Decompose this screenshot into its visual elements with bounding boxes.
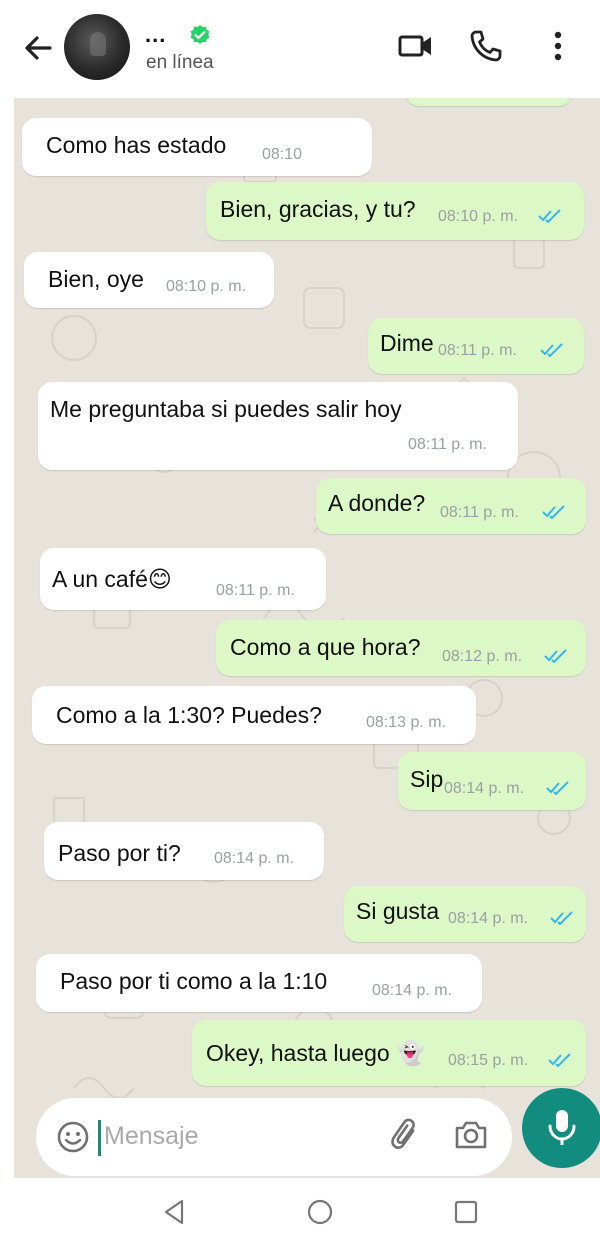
message-bubble-outgoing[interactable]: Bien, gracias, y tu? 08:10 p. m. <box>206 182 584 240</box>
message-text: A un café😊 <box>52 566 172 592</box>
message-bubble-outgoing[interactable]: Dime 08:11 p. m. <box>368 318 584 374</box>
message-bubble-incoming[interactable]: Como has estado 08:10 <box>22 118 372 176</box>
more-options-icon[interactable] <box>538 26 578 66</box>
message-text: Dime <box>380 330 434 356</box>
message-time: 08:13 p. m. <box>366 714 447 731</box>
double-check-icon <box>538 209 561 223</box>
message-text: Sip <box>410 766 444 792</box>
system-navigation-bar <box>0 1180 600 1240</box>
message-time: 08:11 p. m. <box>216 582 295 599</box>
contact-avatar[interactable] <box>64 14 130 80</box>
message-composer[interactable]: Mensaje <box>36 1098 512 1176</box>
message-bubble-incoming[interactable]: Me preguntaba si puedes salir hoy 08:11 … <box>38 382 518 470</box>
message-bubble-outgoing[interactable]: A donde? 08:11 p. m. <box>316 478 586 534</box>
chat-header: ... en línea <box>0 0 600 98</box>
message-text: Paso por ti como a la 1:10 <box>60 968 328 994</box>
message-bubble-outgoing[interactable]: Okey, hasta luego 👻 08:15 p. m. <box>192 1020 586 1086</box>
attach-icon[interactable] <box>388 1118 424 1154</box>
verified-badge-icon <box>190 25 210 44</box>
message-time: 08:10 <box>262 146 303 163</box>
double-check-icon <box>544 649 567 663</box>
mic-icon <box>548 1110 576 1145</box>
message-input[interactable]: Mensaje <box>104 1122 199 1151</box>
message-text: Como a que hora? <box>230 634 421 660</box>
double-check-icon <box>550 911 573 925</box>
double-check-icon <box>542 505 565 519</box>
message-time: 08:12 p. m. <box>442 648 523 665</box>
message-text: Bien, gracias, y tu? <box>220 196 416 222</box>
text-caret <box>98 1120 101 1156</box>
emoji-icon[interactable] <box>56 1120 90 1154</box>
message-bubble-incoming[interactable]: Paso por ti? 08:14 p. m. <box>44 822 324 880</box>
message-time: 08:15 p. m. <box>448 1052 529 1069</box>
message-time: 08:11 p. m. <box>408 436 487 453</box>
message-time: 08:14 p. m. <box>448 910 529 927</box>
message-text: Como a la 1:30? Puedes? <box>56 702 322 728</box>
message-bubble-incoming[interactable]: Paso por ti como a la 1:10 08:14 p. m. <box>36 954 482 1012</box>
message-time: 08:11 p. m. <box>438 342 517 359</box>
message-text: Como has estado <box>46 132 227 158</box>
message-bubble-incoming[interactable]: Como a la 1:30? Puedes? 08:13 p. m. <box>32 686 476 744</box>
message-bubble-incoming[interactable]: A un café😊 08:11 p. m. <box>40 548 326 610</box>
message-text: Bien, oye <box>48 266 144 292</box>
phone-call-icon[interactable] <box>466 26 506 66</box>
message-text: Paso por ti? <box>58 840 181 866</box>
video-call-icon[interactable] <box>396 26 436 66</box>
message-time: 08:11 p. m. <box>440 504 519 521</box>
camera-icon[interactable] <box>452 1116 490 1154</box>
nav-home-icon[interactable] <box>304 1196 336 1228</box>
message-time: 08:10 p. m. <box>166 278 247 295</box>
message-text: Okey, hasta luego 👻 <box>206 1040 425 1066</box>
message-text: A donde? <box>328 490 426 516</box>
message-time: 08:14 p. m. <box>444 780 525 797</box>
message-time: 08:14 p. m. <box>372 982 453 999</box>
nav-recents-icon[interactable] <box>450 1196 482 1228</box>
chat-area[interactable]: Como has estado 08:10 Bien, gracias, y t… <box>14 98 600 1178</box>
double-check-icon <box>548 1053 571 1067</box>
back-arrow-icon[interactable] <box>20 30 56 66</box>
message-bubble-outgoing[interactable]: Si gusta 08:14 p. m. <box>344 886 586 942</box>
message-bubble-incoming[interactable]: Bien, oye 08:10 p. m. <box>24 252 274 308</box>
message-bubble-outgoing[interactable]: Como a que hora? 08:12 p. m. <box>216 620 586 676</box>
mic-button[interactable] <box>522 1088 600 1168</box>
double-check-icon <box>546 781 569 795</box>
message-time: 08:10 p. m. <box>438 208 519 225</box>
message-bubble-outgoing[interactable]: Sip 08:14 p. m. <box>398 752 586 810</box>
message-text: Me preguntaba si puedes salir hoy <box>50 396 402 422</box>
message-bubble-partial <box>406 98 572 106</box>
nav-back-icon[interactable] <box>158 1196 190 1228</box>
message-text: Si gusta <box>356 898 440 924</box>
contact-status: en línea <box>146 52 214 73</box>
message-time: 08:14 p. m. <box>214 850 295 867</box>
contact-name[interactable]: ... <box>145 22 166 48</box>
double-check-icon <box>540 343 563 357</box>
